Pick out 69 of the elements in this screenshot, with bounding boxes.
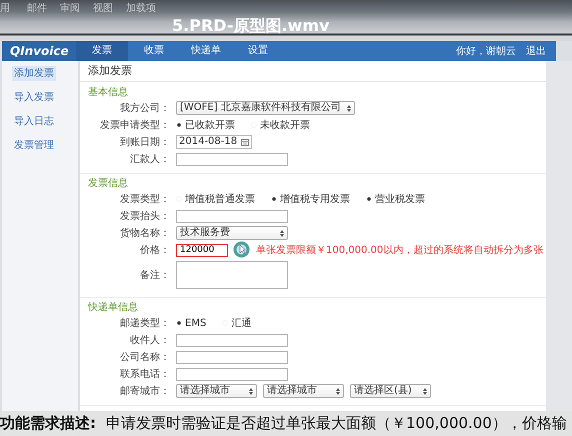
select-field[interactable]: 请选择区(县) [350, 384, 431, 398]
subtitle-text: 申请发票时需验证是否超过单张最大面额（￥100,000.00），价格输 [106, 414, 567, 433]
cursor-highlight-icon [232, 240, 251, 259]
select-field[interactable]: 请选择城市 [176, 384, 257, 398]
input-field[interactable] [176, 210, 288, 222]
error-message: 单张发票限额￥100,000.00以内，超过的系统将自动拆分为多张 [256, 244, 544, 257]
section-title: 基本信息 [87, 86, 129, 100]
sidebar-item[interactable]: 导入发票 [12, 90, 56, 105]
sidebar-item[interactable]: 发票管理 [12, 138, 56, 153]
field-label: 邮递类型： [119, 316, 170, 330]
menu-item[interactable]: 视图 [93, 1, 126, 15]
logout-link[interactable]: 退出 [526, 44, 546, 58]
radio-label: 汇通 [231, 316, 252, 330]
radio-label: 营业税发票 [375, 192, 425, 206]
field-label: 收件人： [129, 334, 170, 347]
field-label: 联系电话： [119, 368, 170, 381]
radio-label: 增值税普通发票 [185, 192, 255, 206]
subtitle-label: 功能需求描述: [0, 414, 96, 433]
field-label: 到账日期： [119, 136, 170, 149]
remarks-field[interactable] [176, 261, 288, 289]
caret-icon [423, 388, 427, 394]
sidebar-item[interactable]: 导入日志 [12, 114, 56, 129]
calendar-icon[interactable] [241, 138, 250, 146]
field-label: 邮寄城市： [119, 384, 170, 398]
date-field[interactable]: 2014-08-18 [176, 135, 252, 149]
input-field[interactable] [176, 350, 288, 364]
sidebar-item[interactable]: 添加发票 [12, 66, 56, 81]
nav-tab[interactable]: 快递单 [180, 41, 232, 61]
radio-label: 增值税专用发票 [280, 192, 350, 206]
radio-label: 未收款开票 [260, 118, 310, 132]
menu-item[interactable]: 邮件 [27, 1, 60, 15]
caret-icon [249, 388, 253, 394]
caret-icon [280, 230, 284, 236]
radio-button[interactable] [366, 196, 372, 202]
app-logo: QInvoice [2, 41, 76, 61]
nav-tab[interactable]: 发票 [76, 41, 128, 61]
radio-button[interactable] [176, 122, 182, 128]
select-field[interactable]: 技术服务费 [176, 226, 288, 240]
input-field[interactable] [176, 152, 288, 166]
radio-label: EMS [185, 318, 206, 328]
nav-tab[interactable]: 收票 [128, 41, 180, 61]
page-title: 添加发票 [80, 61, 546, 82]
field-label: 公司名称： [119, 351, 170, 364]
nav-tab[interactable]: 设置 [232, 41, 284, 61]
user-greeting: 你好，谢朝云 [456, 44, 516, 58]
field-label: 我方公司： [119, 102, 170, 115]
video-title: 5.PRD-原型图.wmv [172, 17, 330, 35]
field-label: 货物名称： [119, 227, 170, 240]
field-label: 备注： [139, 268, 170, 282]
radio-button[interactable] [176, 320, 182, 326]
field-label: 发票抬头： [119, 210, 170, 223]
field-label: 价格： [139, 244, 170, 257]
select-field[interactable]: 请选择城市 [263, 384, 344, 398]
menu-item[interactable]: 加载项 [126, 1, 159, 15]
radio-button[interactable] [271, 196, 277, 202]
section-title: 快递单信息 [86, 301, 139, 315]
input-field[interactable] [176, 368, 288, 380]
field-label: 发票类型： [119, 192, 170, 206]
caret-icon [346, 104, 351, 112]
input-field[interactable] [176, 334, 288, 346]
select-field[interactable]: [WOFE] 北京嘉康软件科技有限公司 [176, 101, 355, 115]
input-field[interactable]: 120000 [176, 244, 228, 256]
radio-label: 已收款开票 [185, 119, 235, 132]
menu-item[interactable]: 审阅 [60, 1, 93, 15]
caret-icon [336, 388, 340, 394]
field-label: 汇款人： [129, 153, 170, 166]
field-label: 发票申请类型： [99, 118, 170, 132]
menu-item[interactable]: 用 [0, 1, 27, 15]
section-title: 发票信息 [87, 177, 129, 191]
